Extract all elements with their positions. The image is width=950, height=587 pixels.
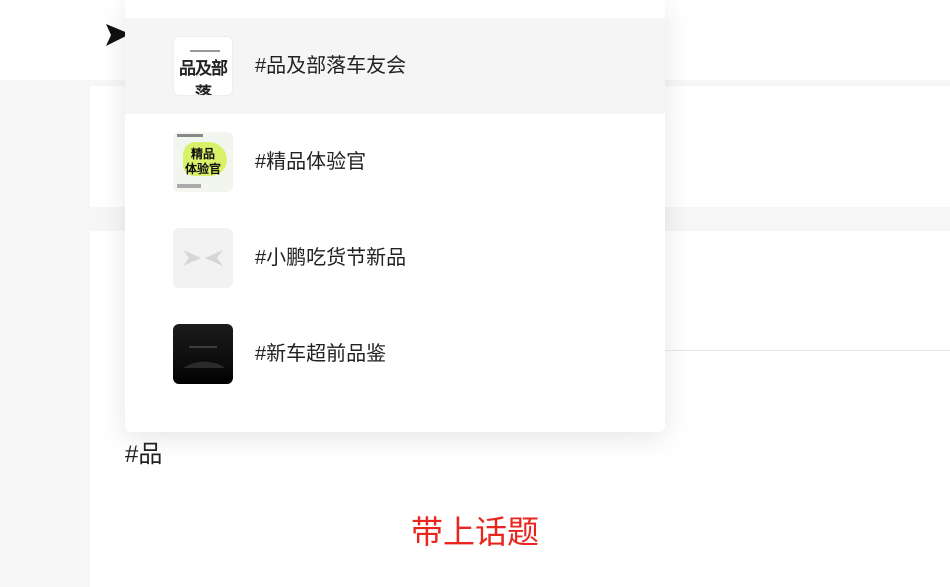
dark-car-image-icon [173, 324, 233, 384]
experience-officer-icon: 精品 体验官 [173, 132, 233, 192]
topic-item-4[interactable]: #新车超前品鉴 [125, 306, 665, 402]
editor-input-text[interactable]: #品 [125, 434, 162, 469]
topic-item-2[interactable]: 精品 体验官 #精品体验官 [125, 114, 665, 210]
xpeng-logo-icon [173, 228, 233, 288]
topic-label: #精品体验官 [255, 151, 367, 173]
topic-suggestion-dropdown: 品及部落 #品及部落车友会 精品 体验官 #精品体验官 #小鹏吃货节新品 #新车… [125, 0, 665, 432]
thumb-text: 品及部落 [179, 59, 228, 96]
thumb-text-line2: 体验官 [184, 162, 221, 176]
topic-label: #新车超前品鉴 [255, 343, 387, 365]
caption-text: 带上话题 [410, 514, 539, 550]
topic-item-1[interactable]: 品及部落 #品及部落车友会 [125, 18, 665, 114]
topic-label: #品及部落车友会 [255, 55, 407, 77]
tribe-logo-icon: 品及部落 [173, 36, 233, 96]
topic-item-3[interactable]: #小鹏吃货节新品 [125, 210, 665, 306]
divider [665, 350, 950, 351]
topic-label: #小鹏吃货节新品 [255, 247, 407, 269]
